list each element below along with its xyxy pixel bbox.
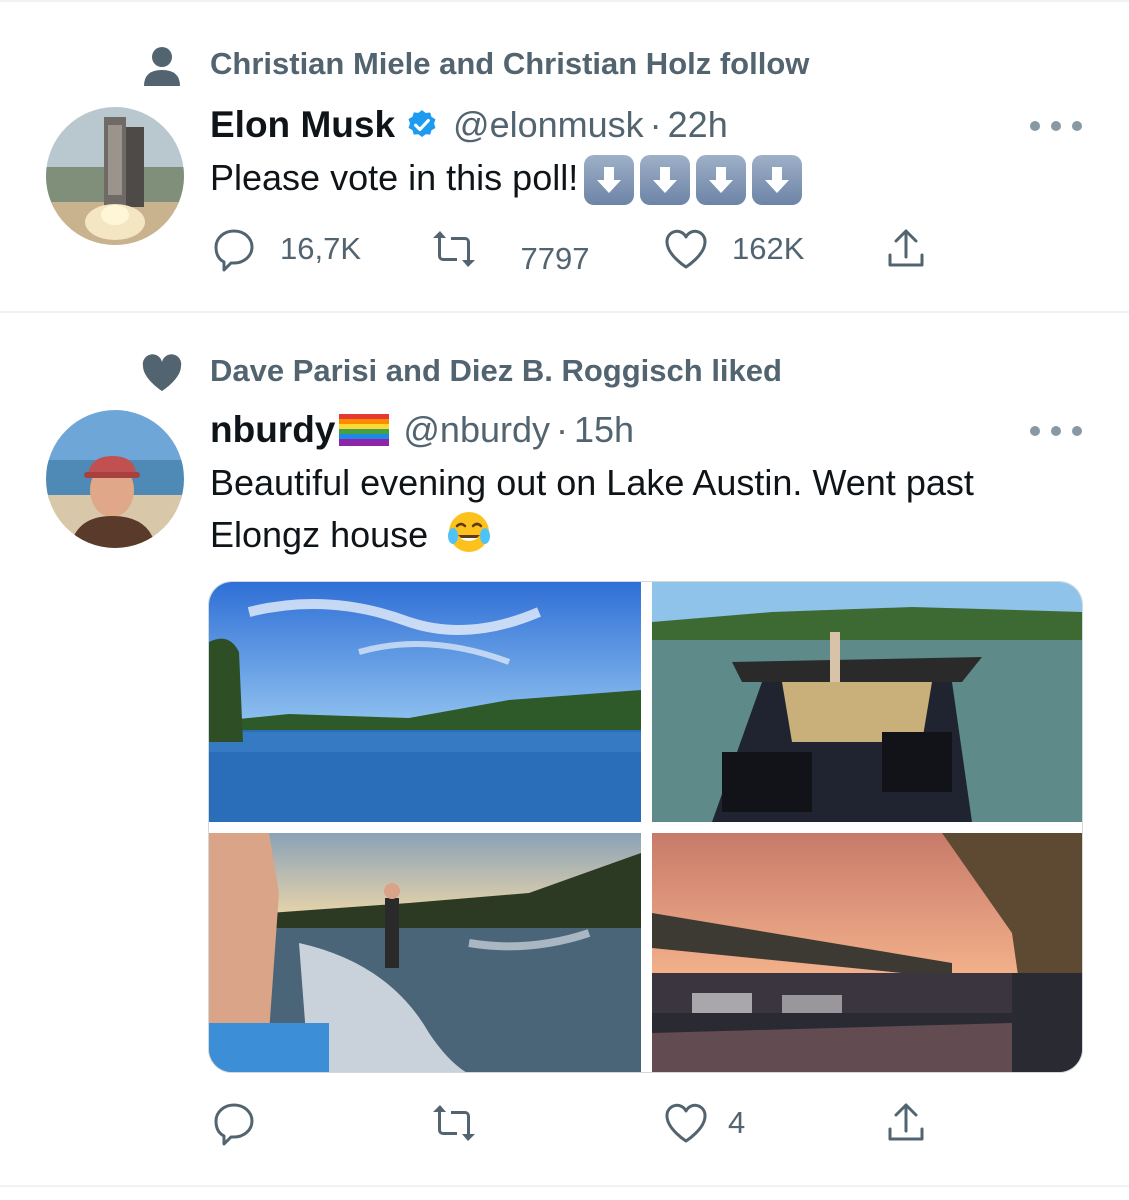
- tweet-text-line: Beautiful evening out on Lake Austin. We…: [210, 462, 974, 503]
- more-options-icon[interactable]: [1030, 116, 1082, 136]
- tweet-text: Beautiful evening out on Lake Austin. We…: [210, 457, 1100, 561]
- handle[interactable]: @nburdy: [403, 409, 550, 451]
- retweet-button[interactable]: [430, 224, 478, 274]
- down-arrow-icon: [640, 155, 691, 206]
- separator-dot: ·: [556, 409, 569, 450]
- boathouse-sunset-image: [652, 833, 1082, 1072]
- tears-of-joy-icon: [448, 512, 491, 552]
- photo-lake-view[interactable]: [209, 582, 641, 822]
- timestamp[interactable]: 15h: [574, 409, 634, 451]
- social-context-text: Christian Miele and Christian Holz follo…: [210, 46, 810, 81]
- reply-count: 16,7K: [280, 231, 362, 266]
- like-button[interactable]: 4: [662, 1098, 745, 1148]
- heart-icon: [665, 229, 707, 269]
- tweet-divider: [0, 1185, 1129, 1187]
- share-icon: [888, 1103, 924, 1141]
- down-arrow-emoji-group: [584, 155, 803, 206]
- reply-icon: [214, 229, 254, 272]
- like-count: 4: [728, 1105, 746, 1140]
- display-name[interactable]: Elon Musk: [210, 104, 395, 146]
- share-icon: [888, 229, 924, 267]
- lake-view-image: [209, 582, 641, 822]
- wakesurfing-image: [209, 833, 641, 1072]
- tweet-text: Please vote in this poll!: [210, 152, 1100, 206]
- tweet[interactable]: Dave Parisi and Diez B. Roggisch liked n…: [0, 313, 1129, 1185]
- like-button[interactable]: 162K: [662, 224, 804, 274]
- down-arrow-icon: [584, 155, 635, 206]
- social-context-text: Dave Parisi and Diez B. Roggisch liked: [210, 353, 782, 388]
- like-count: 162K: [732, 231, 805, 266]
- avatar[interactable]: [46, 107, 184, 245]
- tweet-actions: 4: [210, 1098, 950, 1148]
- photo-wakesurfing[interactable]: [209, 833, 641, 1072]
- photo-boathouse-sunset[interactable]: [652, 833, 1082, 1072]
- handle[interactable]: @elonmusk: [453, 104, 644, 146]
- retweet-count: 7797 7797: [510, 224, 600, 274]
- photo-grid: [208, 581, 1083, 1073]
- social-context: Christian Miele and Christian Holz follo…: [0, 32, 1129, 92]
- photo-boat-deck[interactable]: [652, 582, 1082, 822]
- heart-filled-icon: [142, 354, 182, 391]
- rainbow-flag-icon: [339, 414, 390, 446]
- timestamp[interactable]: 22h: [668, 104, 728, 146]
- social-context: Dave Parisi and Diez B. Roggisch liked: [0, 337, 1129, 397]
- person-icon: [144, 47, 180, 86]
- separator-dot: ·: [649, 104, 662, 145]
- down-arrow-icon: [752, 155, 803, 206]
- retweet-icon: [433, 1105, 475, 1141]
- avatar-image: [46, 107, 184, 245]
- reply-button[interactable]: [210, 1098, 280, 1148]
- retweet-count-current: 7797: [520, 241, 590, 274]
- share-button[interactable]: [882, 224, 930, 274]
- reply-button[interactable]: 16,7K: [210, 224, 361, 274]
- avatar-image: [46, 410, 184, 548]
- tweet-text-content: Please vote in this poll!: [210, 157, 579, 198]
- boat-deck-image: [652, 582, 1082, 822]
- tweet-text-line-2: Elongz house: [210, 509, 1100, 561]
- tweet[interactable]: Christian Miele and Christian Holz follo…: [0, 2, 1129, 311]
- more-options-icon[interactable]: [1030, 421, 1082, 441]
- retweet-button[interactable]: [430, 1098, 500, 1148]
- reply-icon: [214, 1103, 254, 1146]
- tweet-header: Elon Musk @elonmusk · 22h: [210, 100, 728, 150]
- verified-badge-icon: [408, 110, 436, 138]
- retweet-icon: [433, 231, 475, 267]
- display-name[interactable]: nburdy: [210, 409, 335, 451]
- avatar[interactable]: [46, 410, 184, 548]
- tweet-text-content: Elongz house: [210, 514, 429, 555]
- heart-icon: [665, 1103, 707, 1143]
- tweet-header: nburdy @nburdy · 15h: [210, 405, 634, 455]
- down-arrow-icon: [696, 155, 747, 206]
- share-button[interactable]: [882, 1098, 930, 1148]
- tweet-actions: 16,7K 7797 7797 162K: [210, 224, 950, 274]
